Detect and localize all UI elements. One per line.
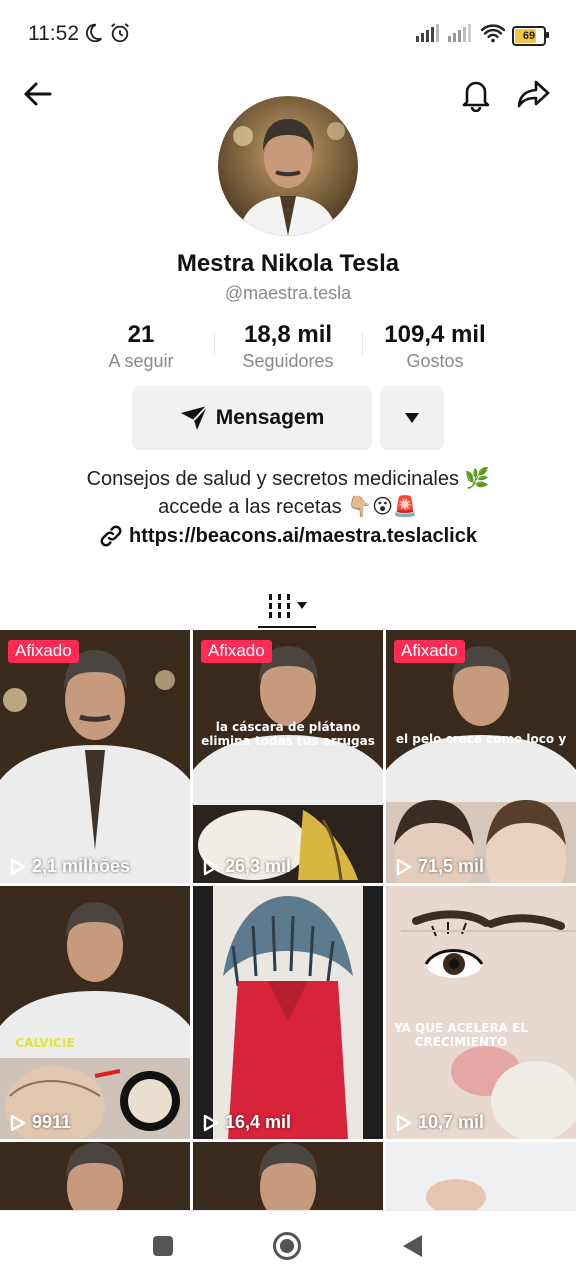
back-arrow-icon[interactable] <box>20 76 56 112</box>
back-icon[interactable] <box>400 1233 424 1264</box>
video-thumbnail <box>386 1142 576 1210</box>
view-count-text: 71,5 mil <box>418 856 485 876</box>
view-count-text: 9911 <box>32 1112 72 1132</box>
video-thumbnail <box>386 886 576 1139</box>
tab-indicator <box>258 626 316 628</box>
battery-level: 69 <box>522 29 536 42</box>
view-count: 2,1 milhões <box>10 856 130 877</box>
profile-avatar[interactable] <box>218 96 358 236</box>
pinned-badge: Afixado <box>394 640 465 663</box>
status-time: 11:52 <box>28 22 79 45</box>
stat-divider <box>214 333 215 355</box>
stat-value: 21 <box>127 321 155 348</box>
profile-name: Mestra Nikola Tesla <box>176 250 400 277</box>
bio-line-1: Consejos de salud y secretos medicinales… <box>86 468 490 490</box>
stat-followers[interactable]: 18,8 mil Seguidores <box>213 320 363 372</box>
profile-stats: 21 A seguir 18,8 mil Seguidores 109,4 mi… <box>0 320 576 376</box>
stat-label: A seguir <box>108 351 174 371</box>
video-tile[interactable] <box>0 1142 190 1210</box>
pinned-badge: Afixado <box>201 640 272 663</box>
link-icon <box>100 525 122 547</box>
view-count-text: 16,4 mil <box>225 1112 292 1132</box>
video-thumbnail <box>193 630 383 883</box>
pinned-badge: Afixado <box>8 640 79 663</box>
view-count: 16,4 mil <box>203 1112 291 1133</box>
play-icon <box>10 858 26 875</box>
videos-grid-tab[interactable] <box>258 584 316 628</box>
bio-line-2: accede a las recetas 👇🏼😮🚨 <box>158 496 418 518</box>
stat-label: Gostos <box>406 351 464 371</box>
view-count: 10,7 mil <box>396 1112 484 1133</box>
send-icon <box>180 405 208 430</box>
stat-divider <box>362 333 363 355</box>
video-thumbnail <box>0 1142 190 1210</box>
stat-value: 18,8 mil <box>243 321 333 348</box>
message-button-label: Mensagem <box>215 406 325 429</box>
view-count-text: 10,7 mil <box>418 1112 485 1132</box>
play-icon <box>396 1114 412 1131</box>
video-tile[interactable]: la cáscara de plátano elimina todas tus … <box>193 630 383 883</box>
video-tile[interactable]: YA QUE ACELERA EL CRECIMIENTO 10,7 mil <box>386 886 576 1139</box>
video-thumbnail <box>386 630 576 883</box>
view-count: 26,3 mil <box>203 856 291 877</box>
view-count-text: 26,3 mil <box>225 856 292 876</box>
bell-icon[interactable] <box>458 76 494 113</box>
caption-highlight: CALVICIE <box>15 1036 75 1050</box>
video-caption: la cáscara de plátano elimina todas tus … <box>201 720 375 748</box>
profile-handle: @maestra.tesla <box>224 283 352 303</box>
play-icon <box>396 858 412 875</box>
bio-link[interactable]: https://beacons.ai/maestra.teslaclick <box>0 524 576 548</box>
play-icon <box>203 1114 219 1131</box>
status-bar: 11:52 69 <box>0 0 576 70</box>
stat-following[interactable]: 21 A seguir <box>66 320 216 372</box>
stat-label: Seguidores <box>242 351 334 371</box>
view-count: 71,5 mil <box>396 856 484 877</box>
play-icon <box>203 858 219 875</box>
more-options-button[interactable] <box>380 386 444 450</box>
video-thumbnail <box>193 886 383 1139</box>
signal-icon <box>416 24 442 47</box>
video-tile[interactable]: Afixado 2,1 milhões <box>0 630 190 883</box>
message-button[interactable]: Mensagem <box>132 386 372 450</box>
caret-down-icon <box>405 413 419 423</box>
system-nav-bar <box>0 1210 576 1281</box>
video-grid: Afixado 2,1 milhões la cáscara de plátan… <box>0 630 576 1210</box>
video-thumbnail <box>0 630 190 883</box>
video-thumbnail <box>193 1142 383 1210</box>
video-tile[interactable]: 16,4 mil <box>193 886 383 1139</box>
alarm-icon <box>109 22 131 49</box>
wifi-icon <box>480 23 506 48</box>
video-tile[interactable]: el pelo crece como loco y Afixado 71,5 m… <box>386 630 576 883</box>
video-caption: el pelo crece como loco y <box>395 732 567 746</box>
caret-down-icon <box>297 602 307 609</box>
video-tile[interactable] <box>386 1142 576 1210</box>
video-caption: CALVICIE <box>0 1036 140 1050</box>
grid-icon <box>269 594 290 618</box>
stat-value: 109,4 mil <box>384 321 486 348</box>
home-icon[interactable] <box>272 1231 302 1266</box>
do-not-disturb-icon <box>82 22 104 49</box>
recent-apps-icon[interactable] <box>152 1235 174 1262</box>
stat-likes[interactable]: 109,4 mil Gostos <box>360 320 510 372</box>
view-count: 9911 <box>10 1112 71 1133</box>
play-icon <box>10 1114 26 1131</box>
signal-icon-2 <box>448 24 474 47</box>
bio-link-text: https://beacons.ai/maestra.teslaclick <box>129 524 477 547</box>
video-tile[interactable]: CALVICIE 9911 <box>0 886 190 1139</box>
video-caption: YA QUE ACELERA EL CRECIMIENTO <box>393 1021 528 1049</box>
share-icon[interactable] <box>516 76 552 112</box>
video-thumbnail <box>0 886 190 1139</box>
video-tile[interactable] <box>193 1142 383 1210</box>
battery-icon: 69 <box>512 25 549 46</box>
view-count-text: 2,1 milhões <box>32 856 131 876</box>
